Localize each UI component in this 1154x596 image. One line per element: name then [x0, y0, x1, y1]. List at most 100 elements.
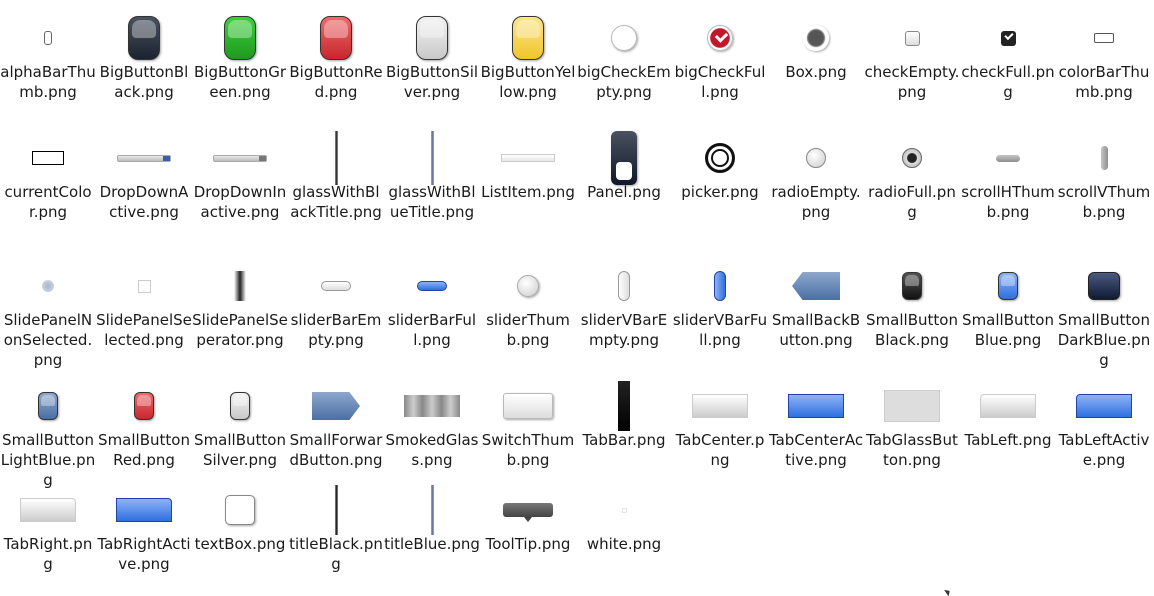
tab-right-active-icon — [116, 498, 172, 522]
switch-thumb-icon — [503, 393, 553, 419]
file-name-label: BigButtonYellow.png — [480, 63, 576, 101]
file-thumbnail — [768, 10, 864, 66]
small-button-light-blue-icon — [38, 392, 58, 420]
file-thumbnail — [864, 130, 960, 186]
list-item-icon — [501, 154, 555, 162]
file-thumbnail — [384, 258, 480, 314]
check-full-icon — [1000, 30, 1016, 46]
slide-panel-separator-icon — [234, 271, 246, 301]
small-back-button-icon — [792, 272, 840, 300]
file-thumbnail — [288, 130, 384, 186]
color-bar-thumb-icon — [1094, 33, 1114, 43]
file-name-label: Box.png — [785, 63, 847, 81]
file-name-label: BigButtonSilver.png — [385, 63, 479, 101]
file-thumbnail — [960, 130, 1056, 186]
small-button-dark-blue-icon — [1088, 272, 1120, 300]
file-name-label: bigCheckFull.png — [674, 63, 766, 101]
file-thumbnail — [0, 258, 96, 314]
file-name-label: sliderThumb.png — [486, 311, 570, 349]
file-name-label: SmallButtonRed.png — [98, 431, 190, 469]
file-thumbnail — [480, 378, 576, 434]
file-name-label: radioEmpty.png — [771, 183, 861, 221]
file-name-label: BigButtonRed.png — [289, 63, 383, 101]
file-thumbnail — [768, 130, 864, 186]
slider-thumb-icon — [517, 275, 539, 297]
file-thumbnail — [864, 378, 960, 434]
file-name-label: sliderBarFull.png — [387, 311, 477, 349]
current-color-icon — [32, 151, 64, 165]
small-button-blue-icon — [998, 272, 1018, 300]
file-name-label: TabLeft.png — [964, 431, 1052, 449]
slider-bar-empty-icon — [321, 281, 351, 291]
big-check-full-icon — [707, 25, 733, 51]
file-thumbnail — [672, 130, 768, 186]
file-name-label: TabCenter.png — [675, 431, 765, 469]
file-thumbnail — [96, 482, 192, 538]
big-button-red-icon — [320, 16, 352, 60]
file-thumbnail — [192, 130, 288, 186]
smoked-glass-icon — [404, 395, 460, 417]
file-thumbnail — [288, 482, 384, 538]
file-thumbnail — [384, 482, 480, 538]
file-thumbnail — [288, 10, 384, 66]
tab-right-icon — [20, 498, 76, 522]
file-name-label: TabRight.png — [3, 535, 93, 573]
slider-bar-full-icon — [417, 281, 447, 291]
file-name-label: SwitchThumb.png — [481, 431, 575, 469]
file-name-label: sliderVBarEmpty.png — [580, 311, 668, 349]
file-name-label: titleBlack.png — [289, 535, 383, 573]
file-name-label: radioFull.png — [868, 183, 956, 221]
file-name-label: TabCenterActive.png — [768, 431, 864, 469]
file-thumbnail — [1056, 378, 1152, 434]
title-black-icon — [334, 485, 338, 535]
tab-glass-button-icon — [884, 390, 940, 422]
file-name-label: SmallButtonBlue.png — [962, 311, 1054, 349]
file-thumbnail — [672, 378, 768, 434]
file-thumbnail — [864, 258, 960, 314]
file-thumbnail — [480, 10, 576, 66]
file-thumbnail — [864, 10, 960, 66]
glass-black-title-icon — [334, 131, 338, 185]
big-button-silver-icon — [416, 16, 448, 60]
file-thumbnail — [96, 258, 192, 314]
file-name-label: TabRightActive.png — [97, 535, 191, 573]
file-thumbnail — [576, 378, 672, 434]
file-thumbnail — [480, 130, 576, 186]
file-name-label: currentColor.png — [4, 183, 92, 221]
file-name-label: sliderBarEmpty.png — [290, 311, 382, 349]
file-name-label: alphaBarThumb.png — [0, 63, 96, 101]
tab-center-icon — [692, 394, 748, 418]
file-name-label: SmallButtonDarkBlue.png — [1057, 311, 1151, 369]
file-thumbnail — [96, 10, 192, 66]
dropdown-inactive-icon — [213, 154, 267, 162]
file-name-label: Panel.png — [587, 183, 661, 201]
panel-icon — [611, 131, 637, 185]
file-name-label: sliderVBarFull.png — [672, 311, 768, 349]
file-thumbnail — [960, 258, 1056, 314]
picker-icon — [705, 143, 735, 173]
tooltip-icon — [503, 503, 553, 522]
file-thumbnail — [480, 482, 576, 538]
file-name-label: scrollVThumb.png — [1057, 183, 1151, 221]
file-thumbnail — [576, 258, 672, 314]
file-thumbnail — [768, 378, 864, 434]
file-name-label: SmallButtonSilver.png — [194, 431, 286, 469]
radio-full-icon — [902, 148, 922, 168]
big-button-green-icon — [224, 16, 256, 60]
file-thumbnail — [192, 482, 288, 538]
file-thumbnail — [672, 258, 768, 314]
slide-panel-nonselected-icon — [42, 280, 54, 292]
file-thumbnail — [384, 378, 480, 434]
small-button-black-icon — [902, 272, 922, 300]
check-empty-icon — [904, 30, 920, 46]
file-thumbnail — [288, 258, 384, 314]
file-thumbnail — [0, 378, 96, 434]
big-button-yellow-icon — [512, 16, 544, 60]
scroll-v-thumb-icon — [1100, 146, 1108, 170]
text-box-icon — [225, 495, 255, 525]
file-thumbnail — [480, 258, 576, 314]
file-thumbnail — [384, 130, 480, 186]
title-blue-icon — [430, 485, 434, 535]
file-name-label: SmallButtonLightBlue.png — [0, 431, 96, 489]
file-thumbnail — [1056, 130, 1152, 186]
